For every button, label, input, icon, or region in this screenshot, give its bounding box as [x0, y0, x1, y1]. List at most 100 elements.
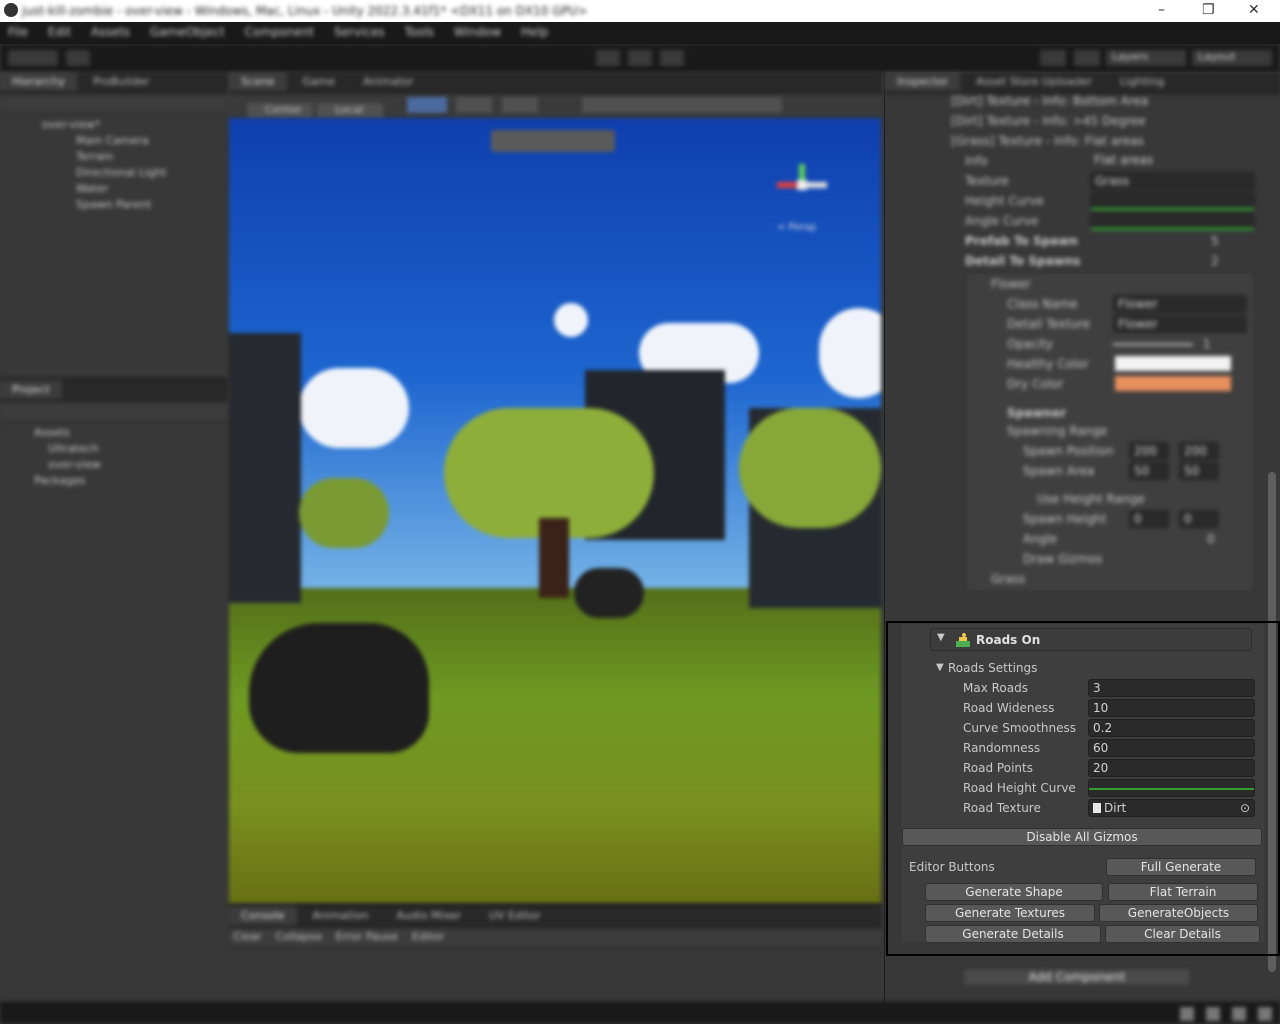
menu-window[interactable]: Window	[454, 25, 501, 39]
hierarchy-item[interactable]: Water	[50, 182, 228, 198]
angle-value[interactable]: 0	[1207, 530, 1215, 548]
spawning-range-foldout[interactable]: Spawning Range	[1007, 422, 1107, 440]
tab-hierarchy[interactable]: Hierarchy	[0, 72, 78, 91]
grass-foldout[interactable]: Grass	[991, 570, 1025, 588]
project-item[interactable]: Packages	[18, 474, 228, 490]
opacity-slider[interactable]	[1113, 343, 1193, 346]
clear-details-button[interactable]: Clear Details	[1105, 925, 1260, 943]
curve-smoothness-field[interactable]: 0.2	[1088, 719, 1255, 737]
spawn-area-y[interactable]: 50	[1179, 462, 1219, 480]
use-height-range-checkbox[interactable]: Use Height Range	[1037, 490, 1145, 508]
info-value[interactable]: Flat areas	[1090, 152, 1255, 170]
tab-scene[interactable]: Scene	[229, 72, 287, 91]
project-item[interactable]: Assets	[18, 426, 228, 442]
grid-icon[interactable]	[406, 97, 447, 113]
console-clear-button[interactable]: Clear	[233, 930, 262, 943]
close-icon[interactable]: ✕	[1248, 2, 1260, 18]
hierarchy-item[interactable]: Directional Light	[50, 166, 228, 182]
generate-details-button[interactable]: Generate Details	[925, 925, 1101, 943]
flower-foldout[interactable]: Flower	[991, 275, 1031, 293]
detail-count[interactable]: 2	[1211, 252, 1219, 270]
full-generate-button[interactable]: Full Generate	[1106, 858, 1256, 876]
class-name-field[interactable]: Flower	[1113, 295, 1247, 313]
menu-edit[interactable]: Edit	[48, 25, 71, 39]
detail-texture-field[interactable]: Flower	[1113, 315, 1247, 333]
opacity-value[interactable]: 1	[1203, 335, 1211, 353]
prefab-to-spawn-foldout[interactable]: Prefab To Spawn	[965, 232, 1078, 250]
snap-icon[interactable]	[456, 97, 493, 113]
maximize-icon[interactable]: ❐	[1202, 2, 1215, 18]
collab-icon[interactable]	[1040, 50, 1066, 66]
road-height-curve-field[interactable]	[1088, 779, 1255, 797]
menu-tools[interactable]: Tools	[404, 25, 434, 39]
tab-audio-mixer[interactable]: Audio Mixer	[384, 906, 473, 925]
object-picker-icon[interactable]: ⊙	[1240, 800, 1250, 816]
account-button[interactable]	[8, 50, 58, 66]
step-icon[interactable]	[660, 50, 684, 66]
tab-animator[interactable]: Animator	[351, 72, 426, 91]
randomness-field[interactable]: 60	[1088, 739, 1255, 757]
tab-project[interactable]: Project	[0, 380, 62, 399]
angle-curve-field[interactable]	[1090, 212, 1255, 230]
generate-textures-button[interactable]: Generate Textures	[925, 904, 1095, 922]
minimize-icon[interactable]: –	[1158, 2, 1165, 18]
persp-label[interactable]: < Persp	[777, 222, 816, 233]
pause-icon[interactable]	[628, 50, 652, 66]
menu-gameobject[interactable]: GameObject	[150, 25, 225, 39]
tab-uv-editor[interactable]: UV Editor	[477, 906, 553, 925]
texture-rule-dirt-bottom[interactable]: [Dirt] Texture - Info: Bottom Area	[951, 92, 1148, 110]
search-icon[interactable]	[1074, 50, 1100, 66]
status-icon[interactable]	[1232, 1007, 1246, 1021]
flat-terrain-button[interactable]: Flat Terrain	[1108, 883, 1258, 901]
dry-color-swatch[interactable]	[1115, 376, 1231, 391]
roads-settings-arrow-icon[interactable]: ▼	[936, 659, 944, 677]
console-error-pause-button[interactable]: Error Pause	[336, 930, 399, 943]
menu-help[interactable]: Help	[521, 25, 548, 39]
add-component-button[interactable]: Add Component	[963, 968, 1191, 986]
spawn-position-y[interactable]: 200	[1179, 442, 1219, 460]
menu-assets[interactable]: Assets	[91, 25, 130, 39]
roads-component-header[interactable]: ▼ Roads On	[930, 628, 1252, 651]
orientation-gizmo[interactable]	[771, 160, 831, 220]
texture-rule-grass[interactable]: [Grass] Texture - Info: Flat areas	[951, 132, 1144, 150]
spawn-area-x[interactable]: 50	[1129, 462, 1169, 480]
menu-services[interactable]: Services	[334, 25, 385, 39]
hierarchy-item[interactable]: Main Camera	[50, 134, 228, 150]
roads-settings-foldout[interactable]: Roads Settings	[948, 659, 1037, 677]
prefab-count[interactable]: 5	[1211, 232, 1219, 250]
menu-file[interactable]: File	[8, 25, 28, 39]
generate-shape-button[interactable]: Generate Shape	[925, 883, 1103, 901]
status-icon[interactable]	[1180, 1007, 1194, 1021]
detail-to-spawns-foldout[interactable]: Detail To Spawns	[965, 252, 1080, 270]
project-item[interactable]: over-view	[18, 458, 228, 474]
scene-root[interactable]: over-view*	[42, 118, 228, 134]
road-points-field[interactable]: 20	[1088, 759, 1255, 777]
healthy-color-swatch[interactable]	[1115, 356, 1231, 371]
status-icon[interactable]	[1206, 1007, 1220, 1021]
scene-overlay-toolbar[interactable]	[491, 130, 615, 152]
tab-inspector[interactable]: Inspector	[885, 72, 961, 91]
pivot-local-dropdown[interactable]: Local	[316, 103, 383, 119]
texture-rule-dirt-slope[interactable]: [Dirt] Texture - Info: >45 Degree	[951, 112, 1146, 130]
scene-viewport[interactable]: < Persp	[229, 118, 881, 904]
spawn-height-y[interactable]: 0	[1179, 510, 1219, 528]
console-editor-dropdown[interactable]: Editor	[412, 930, 445, 943]
tab-asset-store-uploader[interactable]: Asset Store Uploader	[964, 72, 1104, 91]
max-roads-field[interactable]: 3	[1088, 679, 1255, 697]
layers-dropdown[interactable]: Layers	[1106, 50, 1186, 66]
generate-objects-button[interactable]: GenerateObjects	[1099, 904, 1258, 922]
hierarchy-item[interactable]: Spawn Parent	[50, 198, 228, 214]
spawn-height-x[interactable]: 0	[1129, 510, 1169, 528]
layout-dropdown[interactable]: Layout	[1192, 50, 1272, 66]
menu-component[interactable]: Component	[245, 25, 315, 39]
project-search[interactable]	[0, 402, 228, 422]
cloud-icon[interactable]	[66, 50, 90, 66]
spawn-position-x[interactable]: 200	[1129, 442, 1169, 460]
tab-probuilder[interactable]: ProBuilder	[81, 72, 161, 91]
pivot-center-dropdown[interactable]: Center	[247, 103, 313, 119]
tab-game[interactable]: Game	[290, 72, 347, 91]
play-icon[interactable]	[596, 50, 620, 66]
project-item[interactable]: Ultratech	[18, 442, 228, 458]
disable-all-gizmos-button[interactable]: Disable All Gizmos	[902, 828, 1262, 846]
tab-animation[interactable]: Animation	[301, 906, 381, 925]
